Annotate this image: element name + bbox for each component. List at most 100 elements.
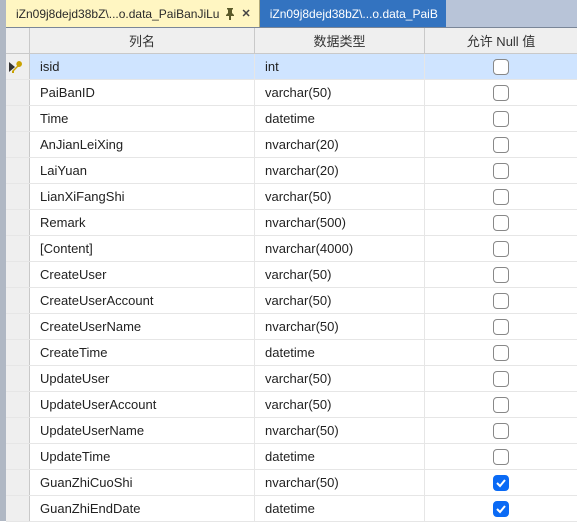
table-row[interactable]: [Content]nvarchar(4000) xyxy=(6,236,577,262)
allow-null-checkbox[interactable] xyxy=(493,371,509,387)
cell-column-name[interactable]: CreateTime xyxy=(30,340,255,365)
row-gutter[interactable] xyxy=(6,262,30,287)
allow-null-checkbox[interactable] xyxy=(493,137,509,153)
allow-null-checkbox[interactable] xyxy=(493,241,509,257)
cell-data-type[interactable]: nvarchar(4000) xyxy=(255,236,425,261)
allow-null-checkbox[interactable] xyxy=(493,293,509,309)
allow-null-checkbox[interactable] xyxy=(493,397,509,413)
cell-data-type[interactable]: varchar(50) xyxy=(255,366,425,391)
allow-null-checkbox[interactable] xyxy=(493,475,509,491)
cell-column-name[interactable]: UpdateUserName xyxy=(30,418,255,443)
allow-null-checkbox[interactable] xyxy=(493,345,509,361)
header-data-type[interactable]: 数据类型 xyxy=(255,28,425,53)
allow-null-checkbox[interactable] xyxy=(493,85,509,101)
cell-column-name[interactable]: CreateUser xyxy=(30,262,255,287)
cell-data-type[interactable]: int xyxy=(255,54,425,79)
cell-column-name[interactable]: Time xyxy=(30,106,255,131)
pin-icon[interactable] xyxy=(225,8,235,20)
table-row[interactable]: GuanZhiCuoShinvarchar(50) xyxy=(6,470,577,496)
row-gutter[interactable] xyxy=(6,314,30,339)
cell-data-type[interactable]: datetime xyxy=(255,496,425,521)
cell-data-type[interactable]: nvarchar(50) xyxy=(255,418,425,443)
cell-column-name[interactable]: CreateUserName xyxy=(30,314,255,339)
cell-column-name[interactable]: isid xyxy=(30,54,255,79)
cell-data-type[interactable]: nvarchar(20) xyxy=(255,158,425,183)
row-gutter[interactable] xyxy=(6,54,30,79)
cell-column-name[interactable]: PaiBanID xyxy=(30,80,255,105)
row-gutter[interactable] xyxy=(6,210,30,235)
row-gutter[interactable] xyxy=(6,158,30,183)
cell-column-name[interactable]: UpdateUserAccount xyxy=(30,392,255,417)
cell-column-name[interactable]: CreateUserAccount xyxy=(30,288,255,313)
table-row[interactable]: Timedatetime xyxy=(6,106,577,132)
table-row[interactable]: isidint xyxy=(6,54,577,80)
table-row[interactable]: LaiYuannvarchar(20) xyxy=(6,158,577,184)
allow-null-checkbox[interactable] xyxy=(493,189,509,205)
cell-data-type[interactable]: datetime xyxy=(255,444,425,469)
table-row[interactable]: LianXiFangShivarchar(50) xyxy=(6,184,577,210)
cell-data-type[interactable]: varchar(50) xyxy=(255,262,425,287)
row-gutter[interactable] xyxy=(6,80,30,105)
cell-allow-null xyxy=(425,496,577,521)
cell-column-name[interactable]: AnJianLeiXing xyxy=(30,132,255,157)
tab-inactive[interactable]: iZn09j8dejd38bZ\...o.data_PaiB xyxy=(260,0,446,27)
row-gutter[interactable] xyxy=(6,184,30,209)
header-column-name[interactable]: 列名 xyxy=(30,28,255,53)
cell-data-type[interactable]: varchar(50) xyxy=(255,184,425,209)
table-row[interactable]: UpdateTimedatetime xyxy=(6,444,577,470)
table-row[interactable]: CreateUserAccountvarchar(50) xyxy=(6,288,577,314)
table-row[interactable]: PaiBanIDvarchar(50) xyxy=(6,80,577,106)
table-row[interactable]: AnJianLeiXingnvarchar(20) xyxy=(6,132,577,158)
table-row[interactable]: UpdateUserNamenvarchar(50) xyxy=(6,418,577,444)
row-gutter[interactable] xyxy=(6,340,30,365)
close-icon[interactable]: ✕ xyxy=(241,7,250,20)
tab-active[interactable]: iZn09j8dejd38bZ\...o.data_PaiBanJiLu ✕ xyxy=(6,0,260,27)
table-row[interactable]: CreateUservarchar(50) xyxy=(6,262,577,288)
row-gutter[interactable] xyxy=(6,132,30,157)
cell-data-type[interactable]: datetime xyxy=(255,106,425,131)
cell-column-name[interactable]: GuanZhiCuoShi xyxy=(30,470,255,495)
cell-data-type[interactable]: nvarchar(50) xyxy=(255,314,425,339)
row-gutter[interactable] xyxy=(6,392,30,417)
cell-column-name[interactable]: LaiYuan xyxy=(30,158,255,183)
row-gutter[interactable] xyxy=(6,236,30,261)
table-row[interactable]: CreateUserNamenvarchar(50) xyxy=(6,314,577,340)
cell-column-name[interactable]: UpdateTime xyxy=(30,444,255,469)
cell-column-name[interactable]: UpdateUser xyxy=(30,366,255,391)
cell-data-type[interactable]: nvarchar(50) xyxy=(255,470,425,495)
allow-null-checkbox[interactable] xyxy=(493,501,509,517)
allow-null-checkbox[interactable] xyxy=(493,215,509,231)
cell-data-type[interactable]: varchar(50) xyxy=(255,80,425,105)
row-gutter[interactable] xyxy=(6,418,30,443)
row-gutter[interactable] xyxy=(6,496,30,521)
cell-data-type[interactable]: datetime xyxy=(255,340,425,365)
row-gutter[interactable] xyxy=(6,106,30,131)
table-row[interactable]: CreateTimedatetime xyxy=(6,340,577,366)
cell-data-type[interactable]: varchar(50) xyxy=(255,392,425,417)
allow-null-checkbox[interactable] xyxy=(493,163,509,179)
allow-null-checkbox[interactable] xyxy=(493,111,509,127)
row-selected-arrow-icon xyxy=(9,62,15,72)
row-gutter[interactable] xyxy=(6,444,30,469)
allow-null-checkbox[interactable] xyxy=(493,319,509,335)
table-row[interactable]: Remarknvarchar(500) xyxy=(6,210,577,236)
allow-null-checkbox[interactable] xyxy=(493,449,509,465)
table-row[interactable]: UpdateUserAccountvarchar(50) xyxy=(6,392,577,418)
cell-column-name[interactable]: LianXiFangShi xyxy=(30,184,255,209)
header-allow-null[interactable]: 允许 Null 值 xyxy=(425,28,577,53)
allow-null-checkbox[interactable] xyxy=(493,423,509,439)
cell-column-name[interactable]: [Content] xyxy=(30,236,255,261)
row-gutter[interactable] xyxy=(6,288,30,313)
cell-column-name[interactable]: GuanZhiEndDate xyxy=(30,496,255,521)
row-gutter[interactable] xyxy=(6,470,30,495)
cell-data-type[interactable]: varchar(50) xyxy=(255,288,425,313)
cell-allow-null xyxy=(425,262,577,287)
cell-data-type[interactable]: nvarchar(500) xyxy=(255,210,425,235)
cell-column-name[interactable]: Remark xyxy=(30,210,255,235)
table-row[interactable]: UpdateUservarchar(50) xyxy=(6,366,577,392)
table-row[interactable]: GuanZhiEndDatedatetime xyxy=(6,496,577,522)
row-gutter[interactable] xyxy=(6,366,30,391)
cell-data-type[interactable]: nvarchar(20) xyxy=(255,132,425,157)
allow-null-checkbox[interactable] xyxy=(493,267,509,283)
allow-null-checkbox[interactable] xyxy=(493,59,509,75)
